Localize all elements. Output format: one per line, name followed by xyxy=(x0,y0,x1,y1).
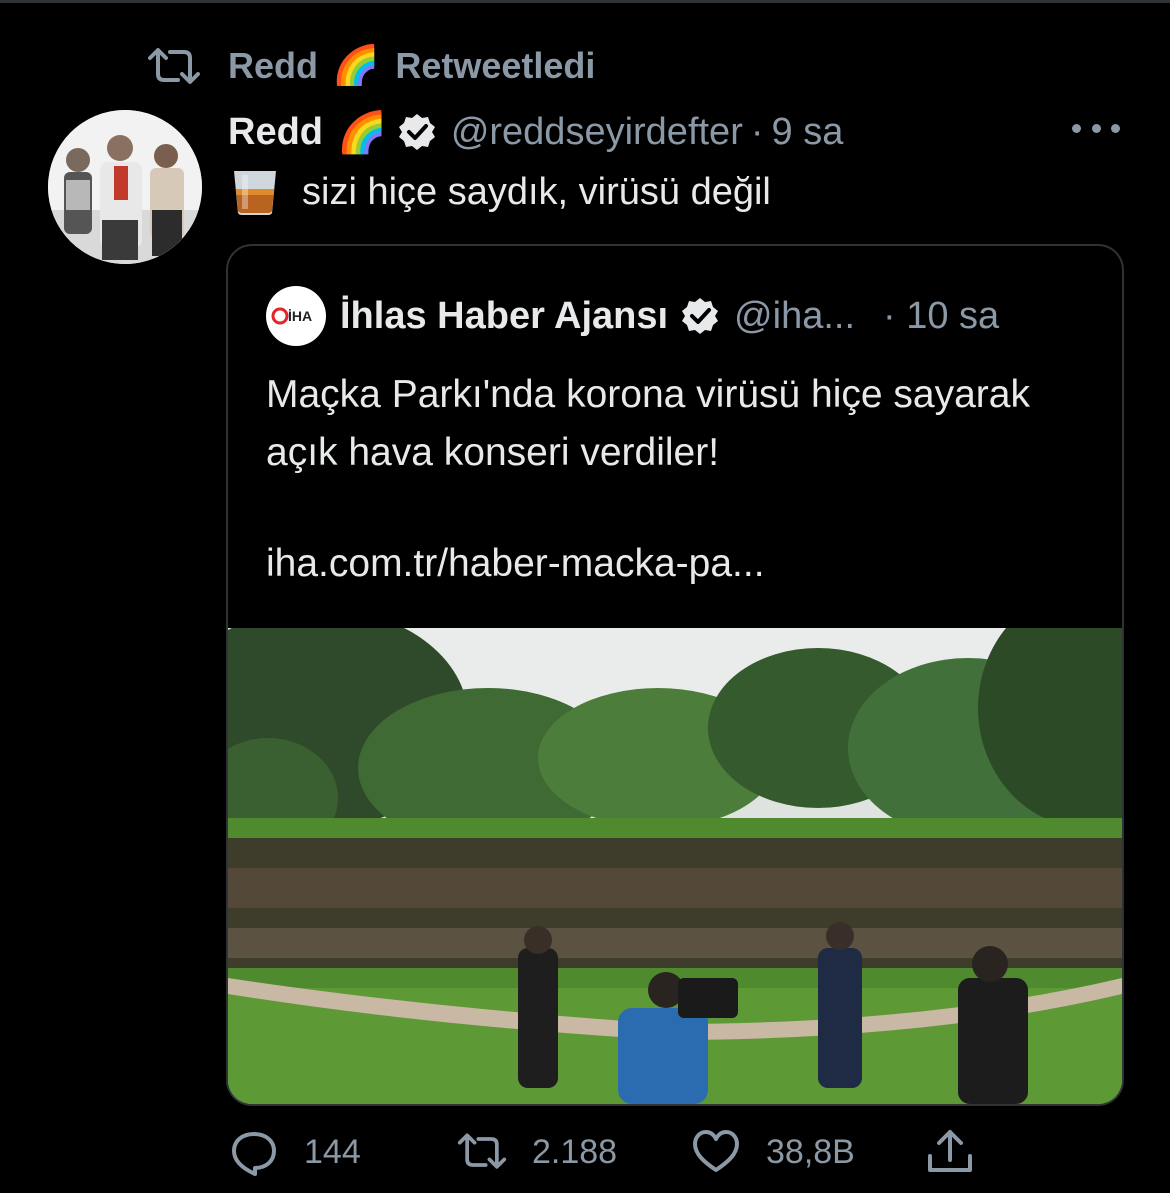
retweet-icon xyxy=(457,1133,507,1169)
retweet-header[interactable]: Redd 🌈 Retweetledi xyxy=(146,40,595,92)
like-count: 38,8B xyxy=(766,1132,855,1171)
share-button[interactable] xyxy=(924,1126,976,1178)
iha-logo[interactable]: İHA xyxy=(266,286,326,346)
author-name[interactable]: Redd xyxy=(228,111,323,154)
tweet-text: sizi hiçe saydık, virüsü değil xyxy=(228,164,771,220)
band-photo xyxy=(48,110,202,264)
quoted-tweet-link[interactable]: iha.com.tr/haber-macka-pa... xyxy=(266,542,765,586)
author-handle[interactable]: @reddseyirdefter xyxy=(451,111,743,154)
retweet-button[interactable]: 2.188 xyxy=(456,1126,617,1178)
verified-badge-icon xyxy=(682,298,719,334)
tweet-header: Redd 🌈 @reddseyirdefter · 9 sa xyxy=(228,104,843,160)
tweet-time[interactable]: 9 sa xyxy=(772,111,844,154)
avatar[interactable] xyxy=(48,110,202,264)
tweet-body: sizi hiçe saydık, virüsü değil xyxy=(302,170,771,213)
rainbow-emoji: 🌈 xyxy=(332,45,380,87)
quoted-tweet-header: İHA İhlas Haber Ajansı @iha... · 10 sa xyxy=(266,286,999,346)
iha-logo-text: İHA xyxy=(288,308,312,324)
like-button[interactable]: 38,8B xyxy=(690,1126,855,1178)
rainbow-emoji: 🌈 xyxy=(337,110,387,155)
reply-button[interactable]: 144 xyxy=(228,1126,361,1178)
separator-dot: · xyxy=(750,110,764,153)
reply-count: 144 xyxy=(304,1132,361,1171)
action-bar: 144 2.188 38,8B xyxy=(0,1126,1170,1182)
retweet-count: 2.188 xyxy=(532,1132,618,1171)
more-options-icon[interactable] xyxy=(1072,118,1120,138)
heart-icon xyxy=(693,1130,739,1172)
concert-photo[interactable] xyxy=(228,628,1122,1104)
share-icon xyxy=(928,1130,972,1172)
retweet-label: Retweetledi xyxy=(395,45,596,86)
retweet-icon xyxy=(148,48,200,84)
quoted-tweet-time[interactable]: · 10 sa xyxy=(883,295,999,338)
iha-logo-mark: İHA xyxy=(268,288,324,344)
reply-icon xyxy=(232,1132,276,1176)
quoted-author-handle[interactable]: @iha... xyxy=(734,295,855,338)
quoted-tweet-card[interactable]: İHA İhlas Haber Ajansı @iha... · 10 sa M… xyxy=(226,244,1124,1106)
quoted-tweet-text: Maçka Parkı'nda korona virüsü hiçe sayar… xyxy=(266,373,1030,474)
quoted-author-name[interactable]: İhlas Haber Ajansı xyxy=(340,295,668,338)
top-divider xyxy=(0,0,1170,3)
verified-badge-icon xyxy=(398,114,435,150)
whiskey-glass-icon xyxy=(234,171,276,215)
retweeter-name[interactable]: Redd xyxy=(228,45,318,87)
